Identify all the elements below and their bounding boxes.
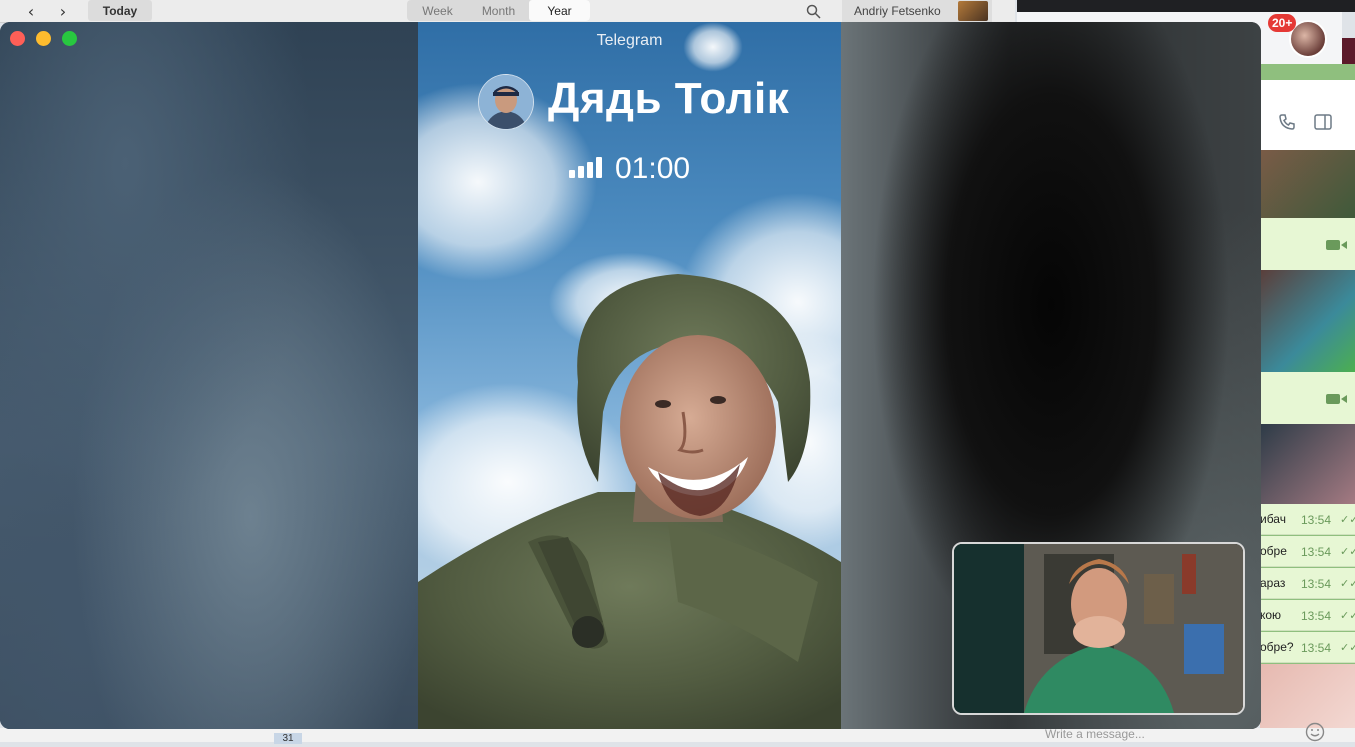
video-camera-icon (1326, 392, 1348, 410)
message-text: кою (1260, 608, 1282, 622)
video-call-message[interactable] (1260, 218, 1355, 270)
blurred-background (0, 22, 418, 729)
emoji-icon[interactable] (1305, 722, 1325, 747)
message-input[interactable]: Write a message... (1045, 727, 1145, 741)
self-video-preview[interactable] (952, 542, 1245, 715)
read-check-icon: ✓✓ (1340, 514, 1355, 526)
photo-message[interactable] (1260, 424, 1355, 504)
minimize-button[interactable] (36, 31, 51, 46)
background-bottom (0, 728, 1355, 742)
sidebar-toggle-icon[interactable] (1314, 114, 1332, 135)
caller-video-person (418, 274, 841, 729)
read-check-icon: ✓✓ (1340, 546, 1355, 558)
photo-message[interactable] (1260, 150, 1355, 218)
account-avatar[interactable] (958, 1, 988, 21)
calendar-toolbar: ‹ › Today Week Month Year Andriy Fetsenk… (0, 0, 1015, 23)
video-camera-icon (1326, 238, 1348, 256)
signal-strength-icon (569, 156, 603, 183)
caller-name: Дядь Толік (548, 74, 790, 123)
read-check-icon: ✓✓ (1340, 578, 1355, 590)
tab-year[interactable]: Year (529, 0, 590, 21)
read-check-icon: ✓✓ (1340, 610, 1355, 622)
today-button[interactable]: Today (88, 0, 152, 21)
chat-message[interactable]: обре 13:54 ✓✓ (1260, 536, 1355, 567)
calendar-date[interactable]: 31 (274, 733, 302, 744)
message-time: 13:54 (1301, 641, 1332, 655)
search-icon[interactable] (802, 1, 824, 21)
chat-message[interactable]: ибач 13:54 ✓✓ (1260, 504, 1355, 535)
browser-tab-strip (1017, 0, 1355, 12)
tab-week[interactable]: Week (407, 0, 468, 21)
message-text: обре (1260, 544, 1287, 558)
close-button[interactable] (10, 31, 25, 46)
photo-message[interactable] (1260, 270, 1355, 372)
chat-message[interactable]: обре? 13:54 ✓✓ (1260, 632, 1355, 663)
maximize-button[interactable] (62, 31, 77, 46)
caller-avatar (478, 74, 534, 130)
remote-video: Telegram Дядь Толік 01:00 (418, 22, 841, 729)
chat-message[interactable]: кою 13:54 ✓✓ (1260, 600, 1355, 631)
tab-month[interactable]: Month (468, 0, 529, 21)
call-status: 01:00 (569, 152, 690, 186)
chat-panel: ибач 13:54 ✓✓ обре 13:54 ✓✓ араз 13:54 ✓… (1260, 64, 1355, 742)
message-time: 13:54 (1301, 609, 1332, 623)
call-app-title: Telegram (596, 32, 663, 49)
view-switcher: Week Month Year (407, 0, 590, 21)
previous-arrow-icon[interactable]: ‹ (18, 1, 44, 21)
message-time: 13:54 (1301, 545, 1332, 559)
read-check-icon: ✓✓ (1340, 642, 1355, 654)
message-time: 13:54 (1301, 513, 1332, 527)
message-time: 13:54 (1301, 577, 1332, 591)
message-text: ибач (1260, 512, 1286, 526)
video-call-message[interactable] (1260, 372, 1355, 424)
message-text: обре? (1260, 640, 1294, 654)
message-text: араз (1260, 576, 1286, 590)
next-arrow-icon[interactable]: › (50, 1, 76, 21)
phone-icon[interactable] (1278, 113, 1296, 136)
chat-message[interactable]: араз 13:54 ✓✓ (1260, 568, 1355, 599)
photo-message[interactable] (1260, 664, 1355, 728)
notification-badge[interactable]: 20+ (1268, 14, 1297, 32)
self-video-person (954, 544, 1243, 713)
call-window: Telegram Дядь Толік 01:00 (0, 22, 1261, 729)
call-duration: 01:00 (615, 152, 691, 185)
